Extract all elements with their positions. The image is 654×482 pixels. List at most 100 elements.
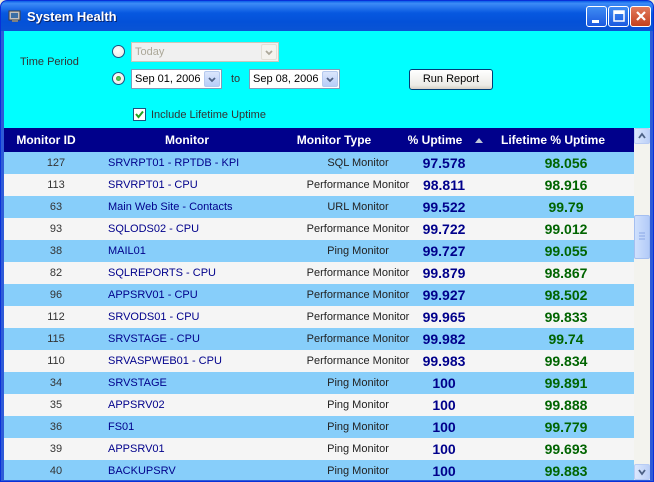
table-row[interactable]: 39 APPSRV01 Ping Monitor 100 99.693	[4, 438, 634, 460]
monitor-id-cell: 36	[49, 421, 63, 433]
chevron-down-icon	[322, 71, 338, 87]
uptime-cell: 99.522	[422, 199, 466, 215]
monitor-name-cell: APPSRV01	[108, 443, 165, 455]
lifetime-uptime-cell: 99.883	[544, 463, 588, 479]
preset-period-select[interactable]: Today	[131, 42, 279, 62]
monitor-name-cell: SRVRPT01 - CPU	[108, 179, 198, 191]
vertical-scrollbar[interactable]	[634, 128, 650, 480]
lifetime-uptime-cell: 99.055	[544, 243, 588, 259]
grid-header: Monitor ID Monitor Monitor Type % Uptime…	[4, 128, 634, 152]
chevron-down-icon	[261, 44, 277, 60]
monitor-id-cell: 113	[47, 179, 65, 191]
uptime-cell: 99.927	[422, 287, 466, 303]
lifetime-uptime-cell: 99.012	[544, 221, 588, 237]
maximize-icon	[613, 10, 625, 22]
table-row[interactable]: 115 SRVSTAGE - CPU Performance Monitor 99.9…	[4, 328, 634, 350]
table-row[interactable]: 112 SRVODS01 - CPU Performance Monitor 99.9…	[4, 306, 634, 328]
maximize-button[interactable]	[608, 6, 629, 27]
table-row[interactable]: 113 SRVRPT01 - CPU Performance Monitor 98.8…	[4, 174, 634, 196]
title-bar[interactable]: System Health	[1, 1, 653, 31]
uptime-cell: 100	[432, 463, 456, 479]
chevron-up-icon	[638, 132, 646, 139]
monitor-id-cell: 115	[47, 333, 65, 345]
run-report-button[interactable]: Run Report	[409, 69, 493, 90]
monitor-name-cell: FS01	[108, 421, 135, 433]
chevron-down-icon	[638, 469, 646, 476]
monitor-name-cell: APPSRV02	[108, 399, 165, 411]
table-row[interactable]: 63 Main Web Site - Contacts URL Monitor 99.…	[4, 196, 634, 218]
uptime-cell: 100	[432, 419, 456, 435]
scroll-up-button[interactable]	[634, 128, 650, 144]
chevron-down-icon	[204, 71, 220, 87]
monitor-name-cell: BACKUPSRV	[108, 465, 176, 477]
monitor-id-cell: 82	[49, 267, 63, 279]
app-icon	[8, 10, 21, 22]
lifetime-uptime-cell: 99.79	[548, 199, 584, 215]
minimize-icon	[592, 20, 599, 23]
column-header-monitor-type[interactable]: Monitor Type	[284, 128, 384, 152]
table-row[interactable]: 35 APPSRV02 Ping Monitor 100 99.888	[4, 394, 634, 416]
lifetime-uptime-cell: 99.779	[544, 419, 588, 435]
monitor-name-cell: MAIL01	[108, 245, 146, 257]
uptime-cell: 100	[432, 441, 456, 457]
table-row[interactable]: 96 APPSRV01 - CPU Performance Monitor 99.92…	[4, 284, 634, 306]
scroll-down-button[interactable]	[634, 464, 650, 480]
table-row[interactable]: 110 SRVASPWEB01 - CPU Performance Monitor 9…	[4, 350, 634, 372]
monitor-name-cell: SQLODS02 - CPU	[108, 223, 200, 235]
monitor-name-cell: SRVSTAGE	[108, 377, 167, 389]
table-row[interactable]: 36 FS01 Ping Monitor 100 99.779	[4, 416, 634, 438]
monitor-id-cell: 96	[49, 289, 63, 301]
table-row[interactable]: 93 SQLODS02 - CPU Performance Monitor 99.72…	[4, 218, 634, 240]
column-header-lifetime-uptime[interactable]: Lifetime % Uptime	[498, 128, 608, 152]
checkmark-icon	[135, 110, 144, 119]
column-header-monitor[interactable]: Monitor	[108, 128, 266, 152]
uptime-cell: 100	[432, 375, 456, 391]
start-date-picker[interactable]: Sep 01, 2006	[131, 69, 222, 89]
uptime-grid: Monitor ID Monitor Monitor Type % Uptime…	[4, 128, 650, 480]
preset-period-radio[interactable]	[112, 45, 125, 58]
start-date-value: Sep 01, 2006	[135, 73, 201, 85]
lifetime-uptime-cell: 98.916	[544, 177, 588, 193]
monitor-name-cell: SRVRPT01 - RPTDB - KPI	[108, 157, 240, 169]
client-area: Time Period Today Sep 01, 2006 to Sep 08…	[4, 31, 650, 480]
system-health-window: System Health Time Period Today Sep 01, …	[0, 0, 654, 482]
monitor-name-cell: SRVASPWEB01 - CPU	[108, 355, 222, 367]
table-row[interactable]: 38 MAIL01 Ping Monitor 99.727 99.055	[4, 240, 634, 262]
lifetime-uptime-cell: 98.056	[544, 155, 588, 171]
monitor-id-cell: 93	[49, 223, 63, 235]
uptime-cell: 99.982	[422, 331, 466, 347]
lifetime-uptime-cell: 98.502	[544, 287, 588, 303]
column-header-monitor-id[interactable]: Monitor ID	[4, 128, 88, 152]
uptime-cell: 98.811	[422, 177, 466, 193]
column-header-uptime[interactable]: % Uptime	[400, 128, 470, 152]
table-row[interactable]: 82 SQLREPORTS - CPU Performance Monitor 99.…	[4, 262, 634, 284]
end-date-value: Sep 08, 2006	[253, 73, 319, 85]
time-period-label: Time Period	[20, 56, 79, 68]
table-row[interactable]: 40 BACKUPSRV Ping Monitor 100 99.883	[4, 460, 634, 480]
monitor-id-cell: 39	[49, 443, 63, 455]
monitor-id-cell: 127	[46, 157, 66, 169]
lifetime-uptime-cell: 98.867	[544, 265, 588, 281]
uptime-cell: 99.727	[422, 243, 466, 259]
close-button[interactable]	[630, 6, 651, 27]
uptime-cell: 99.879	[422, 265, 466, 281]
uptime-cell: 97.578	[422, 155, 466, 171]
date-range-radio[interactable]	[112, 72, 125, 85]
uptime-cell: 99.983	[422, 353, 466, 369]
monitor-id-cell: 63	[49, 201, 63, 213]
grip-icon	[639, 232, 645, 240]
minimize-button[interactable]	[586, 6, 607, 27]
uptime-cell: 99.722	[422, 221, 466, 237]
lifetime-uptime-cell: 99.74	[548, 331, 584, 347]
uptime-cell: 99.965	[422, 309, 466, 325]
table-row[interactable]: 34 SRVSTAGE Ping Monitor 100 99.891	[4, 372, 634, 394]
scroll-thumb[interactable]	[634, 215, 650, 259]
end-date-picker[interactable]: Sep 08, 2006	[249, 69, 340, 89]
lifetime-uptime-cell: 99.834	[544, 353, 588, 369]
table-row[interactable]: 127 SRVRPT01 - RPTDB - KPI SQL Monitor 97.5…	[4, 152, 634, 174]
monitor-id-cell: 40	[49, 465, 63, 477]
lifetime-uptime-cell: 99.693	[544, 441, 588, 457]
monitor-name-cell: APPSRV01 - CPU	[108, 289, 198, 301]
lifetime-uptime-cell: 99.833	[544, 309, 588, 325]
include-lifetime-checkbox[interactable]	[133, 108, 146, 121]
